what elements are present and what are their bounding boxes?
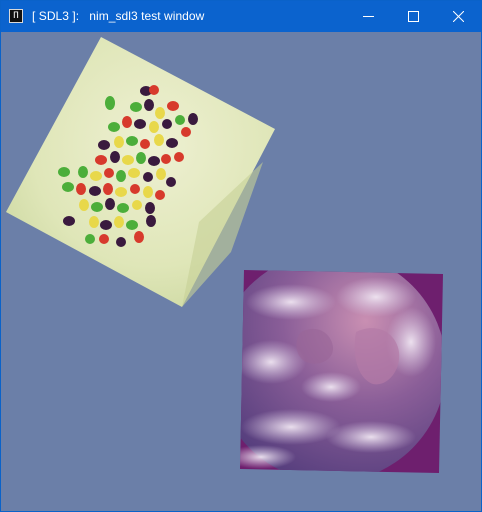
yellow-bean: [155, 107, 165, 119]
earth-image: [240, 270, 443, 473]
yellow-bean: [132, 200, 142, 210]
green-bean: [105, 96, 115, 110]
yellow-bean: [122, 155, 134, 165]
purple-bean: [98, 140, 110, 150]
green-bean: [58, 167, 70, 177]
purple-bean: [144, 99, 154, 111]
red-bean: [161, 154, 171, 164]
purple-bean: [134, 119, 146, 129]
window-controls: [346, 1, 481, 32]
green-bean: [130, 102, 142, 112]
green-bean: [85, 234, 95, 244]
yellow-bean: [156, 168, 166, 180]
yellow-bean: [89, 216, 99, 228]
render-canvas[interactable]: [1, 32, 481, 511]
purple-bean: [63, 216, 75, 226]
maximize-button[interactable]: [391, 1, 436, 32]
app-window: П [ SDL3 ]: nim_sdl3 test window: [0, 0, 482, 512]
purple-bean: [145, 202, 155, 214]
cloud-band: [240, 445, 296, 469]
green-bean: [91, 202, 103, 212]
green-bean: [108, 122, 120, 132]
red-bean: [76, 183, 86, 195]
cloud-band: [240, 340, 306, 384]
yellow-bean: [115, 187, 127, 197]
red-bean: [95, 155, 107, 165]
purple-bean: [110, 151, 120, 163]
green-bean: [126, 136, 138, 146]
sprite-layer: [6, 37, 443, 473]
cloud-band: [246, 284, 336, 320]
minimize-icon: [363, 16, 374, 17]
red-bean: [104, 168, 114, 178]
green-bean: [116, 170, 126, 182]
red-bean: [167, 101, 179, 111]
red-bean: [122, 116, 132, 128]
yellow-bean: [114, 136, 124, 148]
purple-bean: [166, 138, 178, 148]
purple-bean: [100, 220, 112, 230]
red-bean: [103, 183, 113, 195]
minimize-button[interactable]: [346, 1, 391, 32]
red-bean: [149, 85, 159, 95]
purple-bean: [143, 172, 153, 182]
title-bar[interactable]: П [ SDL3 ]: nim_sdl3 test window: [1, 1, 481, 32]
close-button[interactable]: [436, 1, 481, 32]
purple-bean: [188, 113, 198, 125]
purple-bean: [146, 215, 156, 227]
green-bean: [175, 115, 185, 125]
red-bean: [174, 152, 184, 162]
yellow-bean: [90, 171, 102, 181]
purple-bean: [116, 237, 126, 247]
yellow-bean: [154, 134, 164, 146]
green-bean: [126, 220, 138, 230]
red-bean: [155, 190, 165, 200]
app-icon-glyph: П: [13, 10, 19, 21]
red-bean: [140, 139, 150, 149]
red-bean: [181, 127, 191, 137]
cloud-band: [241, 409, 341, 445]
purple-bean: [166, 177, 176, 187]
green-bean: [117, 203, 129, 213]
yellow-bean: [128, 168, 140, 178]
purple-bean: [89, 186, 101, 196]
jelly-beans-background: [6, 37, 275, 307]
yellow-bean: [79, 199, 89, 211]
red-bean: [99, 234, 109, 244]
cloud-band: [326, 421, 416, 453]
app-icon[interactable]: П: [9, 9, 23, 23]
purple-bean: [162, 119, 172, 129]
jelly-beans-image: [6, 37, 275, 307]
maximize-icon: [408, 11, 419, 22]
purple-bean: [148, 156, 160, 166]
yellow-bean: [114, 216, 124, 228]
green-bean: [136, 152, 146, 164]
purple-bean: [105, 198, 115, 210]
window-title: [ SDL3 ]: nim_sdl3 test window: [32, 9, 205, 23]
green-bean: [78, 166, 88, 178]
green-bean: [62, 182, 74, 192]
yellow-bean: [143, 186, 153, 198]
red-bean: [130, 184, 140, 194]
red-bean: [134, 231, 144, 243]
yellow-bean: [149, 121, 159, 133]
cloud-band: [301, 372, 361, 402]
close-icon: [453, 11, 464, 22]
